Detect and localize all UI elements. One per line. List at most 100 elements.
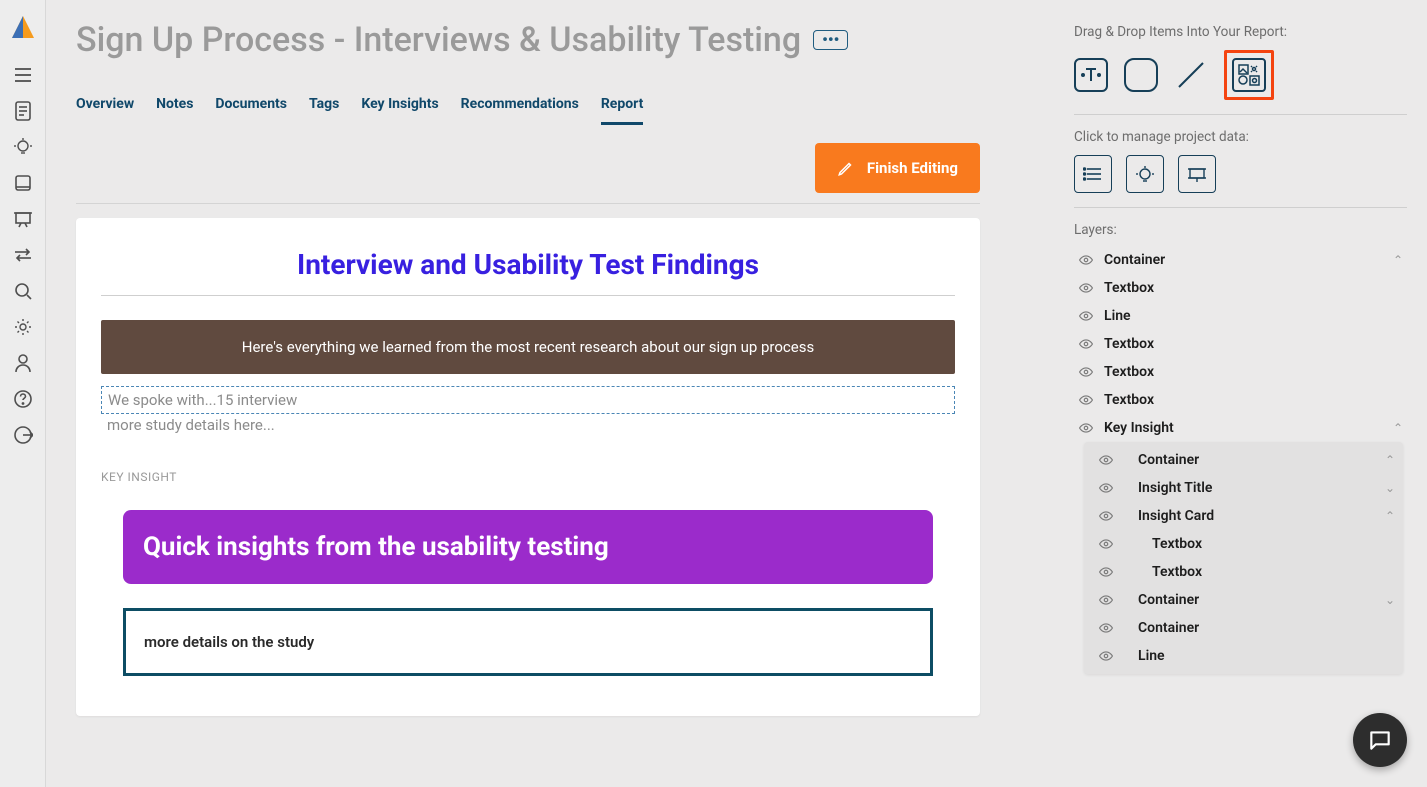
layer-item[interactable]: Insight Card⌃ xyxy=(1088,502,1399,530)
visibility-icon[interactable] xyxy=(1098,509,1114,523)
tab-documents[interactable]: Documents xyxy=(215,96,287,125)
pencil-icon xyxy=(837,159,855,177)
project-tabs: Overview Notes Documents Tags Key Insigh… xyxy=(46,66,1060,125)
visibility-icon[interactable] xyxy=(1078,281,1094,295)
manage-list-button[interactable] xyxy=(1074,155,1112,193)
user-icon[interactable] xyxy=(10,352,36,374)
manage-data-label: Click to manage project data: xyxy=(1074,129,1407,145)
presentation-icon[interactable] xyxy=(10,208,36,230)
layers-nested-block: Container⌃Insight Title⌄Insight Card⌃ Tex… xyxy=(1084,442,1403,674)
tab-key-insights[interactable]: Key Insights xyxy=(361,96,438,125)
help-icon[interactable] xyxy=(10,388,36,410)
layer-label: Container xyxy=(1104,252,1383,268)
layer-label: Textbox xyxy=(1104,336,1403,352)
visibility-icon[interactable] xyxy=(1098,453,1114,467)
search-icon[interactable] xyxy=(10,280,36,302)
layer-label: Container xyxy=(1124,592,1375,608)
visibility-icon[interactable] xyxy=(1078,365,1094,379)
finish-editing-button[interactable]: Finish Editing xyxy=(815,143,980,193)
swap-icon[interactable] xyxy=(10,244,36,266)
layer-label: Container xyxy=(1124,452,1375,468)
visibility-icon[interactable] xyxy=(1078,253,1094,267)
layer-item[interactable]: Textbox xyxy=(1074,330,1407,358)
insert-container-tool[interactable] xyxy=(1124,58,1158,92)
book-icon[interactable] xyxy=(10,172,36,194)
visibility-icon[interactable] xyxy=(1098,593,1114,607)
layer-label: Line xyxy=(1104,308,1403,324)
drag-drop-tools xyxy=(1074,50,1407,115)
layer-label: Textbox xyxy=(1124,536,1395,552)
visibility-icon[interactable] xyxy=(1098,481,1114,495)
drag-drop-label: Drag & Drop Items Into Your Report: xyxy=(1074,24,1407,40)
visibility-icon[interactable] xyxy=(1078,337,1094,351)
report-canvas: Interview and Usability Test Findings He… xyxy=(76,218,980,716)
visibility-icon[interactable] xyxy=(1098,649,1114,663)
layer-label: Textbox xyxy=(1104,392,1403,408)
layer-label: Insight Card xyxy=(1124,508,1375,524)
visibility-icon[interactable] xyxy=(1078,393,1094,407)
manage-presentation-button[interactable] xyxy=(1178,155,1216,193)
chat-icon xyxy=(1367,727,1393,753)
insert-line-tool[interactable] xyxy=(1174,58,1208,92)
manage-insights-button[interactable] xyxy=(1126,155,1164,193)
insight-title-block[interactable]: Quick insights from the usability testin… xyxy=(123,510,933,584)
left-navigation-rail xyxy=(0,0,46,787)
layer-item[interactable]: Textbox xyxy=(1088,530,1399,558)
layer-item[interactable]: Textbox xyxy=(1074,386,1407,414)
app-logo-icon xyxy=(10,14,36,40)
report-heading[interactable]: Interview and Usability Test Findings xyxy=(101,248,955,281)
layers-label: Layers: xyxy=(1074,222,1407,238)
visibility-icon[interactable] xyxy=(1098,565,1114,579)
chat-button[interactable] xyxy=(1353,713,1407,767)
layer-label: Textbox xyxy=(1124,564,1395,580)
visibility-icon[interactable] xyxy=(1098,621,1114,635)
layer-label: Key Insight xyxy=(1104,420,1383,436)
divider xyxy=(76,203,980,204)
layer-item[interactable]: Textbox xyxy=(1074,274,1407,302)
logout-icon[interactable] xyxy=(10,424,36,446)
finish-editing-label: Finish Editing xyxy=(867,159,958,177)
insight-detail-box[interactable]: more details on the study xyxy=(123,608,933,676)
visibility-icon[interactable] xyxy=(1078,421,1094,435)
layer-item[interactable]: Insight Title⌄ xyxy=(1088,474,1399,502)
visibility-icon[interactable] xyxy=(1098,537,1114,551)
layer-item[interactable]: Textbox xyxy=(1088,558,1399,586)
layer-item[interactable]: Key Insight⌃ xyxy=(1074,414,1407,442)
page-header: Sign Up Process - Interviews & Usability… xyxy=(46,0,1060,66)
document-icon[interactable] xyxy=(10,100,36,122)
layer-item[interactable]: Container⌃ xyxy=(1074,246,1407,274)
layer-label: Textbox xyxy=(1104,364,1403,380)
layer-label: Insight Title xyxy=(1124,480,1375,496)
layer-item[interactable]: Line xyxy=(1088,642,1399,670)
insert-media-tool-highlighted xyxy=(1224,50,1274,100)
manage-data-buttons xyxy=(1074,155,1407,208)
tab-tags[interactable]: Tags xyxy=(309,96,339,125)
layer-item[interactable]: Textbox xyxy=(1074,358,1407,386)
layer-label: Line xyxy=(1124,648,1395,664)
main-content-area: Sign Up Process - Interviews & Usability… xyxy=(46,0,1060,787)
list-icon[interactable] xyxy=(10,64,36,86)
tab-recommendations[interactable]: Recommendations xyxy=(461,96,579,125)
layer-label: Textbox xyxy=(1104,280,1403,296)
action-bar: Finish Editing xyxy=(46,125,1060,203)
layer-item[interactable]: Line xyxy=(1074,302,1407,330)
insert-textbox-tool[interactable] xyxy=(1074,58,1108,92)
layer-item[interactable]: Container⌃ xyxy=(1088,446,1399,474)
key-insight-label: KEY INSIGHT xyxy=(101,470,955,484)
tab-overview[interactable]: Overview xyxy=(76,96,134,125)
lightbulb-icon[interactable] xyxy=(10,136,36,158)
layer-item[interactable]: Container xyxy=(1088,614,1399,642)
insert-media-tool[interactable] xyxy=(1232,58,1266,92)
gear-icon[interactable] xyxy=(10,316,36,338)
tab-report[interactable]: Report xyxy=(601,96,644,125)
report-textbox-secondary[interactable]: more study details here... xyxy=(101,414,955,436)
report-intro-textbox[interactable]: Here's everything we learned from the mo… xyxy=(101,320,955,374)
right-editor-panel: Drag & Drop Items Into Your Report: Clic… xyxy=(1060,0,1427,787)
layer-label: Container xyxy=(1124,620,1395,636)
layer-item[interactable]: Container⌄ xyxy=(1088,586,1399,614)
visibility-icon[interactable] xyxy=(1078,309,1094,323)
report-editable-textbox[interactable]: We spoke with...15 interview xyxy=(101,386,955,414)
title-overflow-button[interactable]: ••• xyxy=(813,30,848,50)
tab-notes[interactable]: Notes xyxy=(156,96,193,125)
report-rule xyxy=(101,295,955,296)
